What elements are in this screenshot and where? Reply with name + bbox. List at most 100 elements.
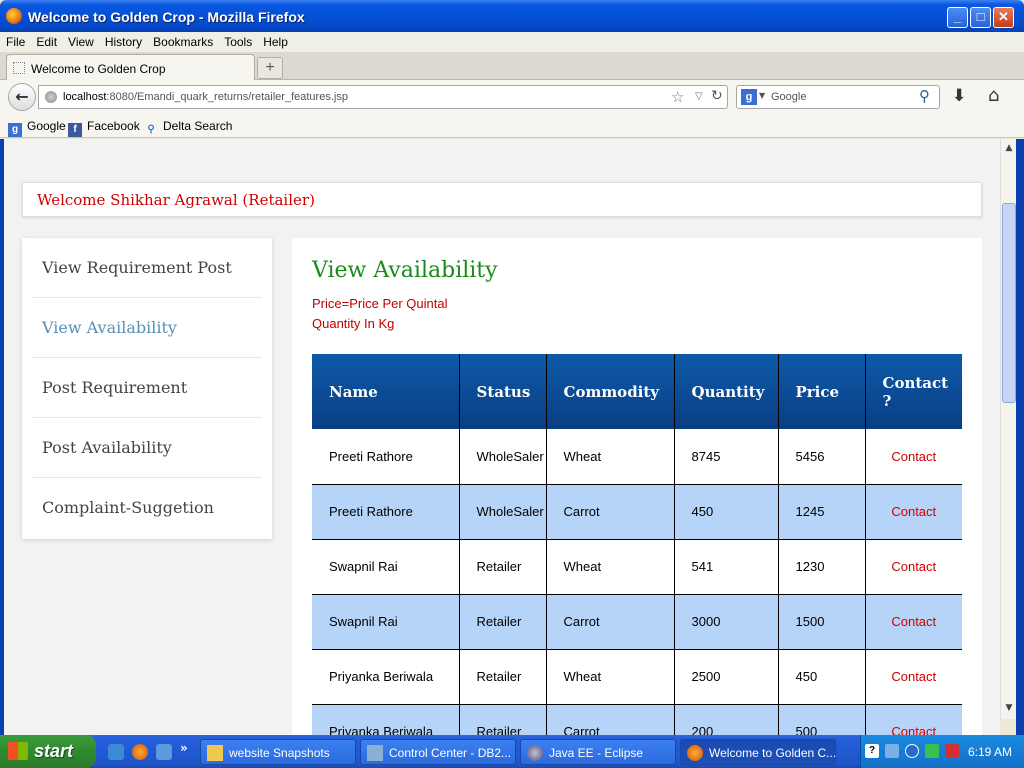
scroll-up-arrow-icon[interactable]: ▲ [1002,141,1016,155]
network-icon[interactable] [885,744,899,758]
tab-title: Welcome to Golden Crop [31,62,166,76]
availability-table: Name Status Commodity Quantity Price Con… [312,354,962,735]
back-arrow-tray-icon[interactable] [905,744,919,758]
menu-file[interactable]: File [0,32,30,49]
sidebar-menu: View Requirement Post View Availability … [22,238,272,539]
search-engine-dropdown-icon[interactable]: ▼ [759,91,765,100]
bookmark-delta-search[interactable]: ⚲ Delta Search [144,119,232,137]
contact-link[interactable]: Contact [891,559,936,574]
start-button[interactable]: start [0,735,96,768]
taskbar-item-firefox[interactable]: Welcome to Golden C... [680,739,836,765]
cell-name: Preeti Rathore [312,429,460,485]
contact-link[interactable]: Contact [891,669,936,684]
cell-name: Swapnil Rai [312,594,460,650]
bookmark-google[interactable]: g Google [8,119,66,137]
menu-bookmarks[interactable]: Bookmarks [147,32,218,49]
maximize-button[interactable]: □ [970,7,991,28]
back-button[interactable]: ← [8,83,36,111]
history-dropdown-icon[interactable]: ▽ [695,91,703,102]
sidebar-item-view-availability[interactable]: View Availability [32,298,262,358]
page-favicon-icon [13,62,25,74]
bookmarks-toolbar: g Google f Facebook ⚲ Delta Search [0,114,1024,138]
cell-contact: Contact [865,704,962,735]
table-header-row: Name Status Commodity Quantity Price Con… [312,354,962,429]
eclipse-icon [527,745,543,761]
cell-status: WholeSaler [459,484,547,540]
cell-contact: Contact [865,594,962,650]
cell-name: Priyanka Beriwala [312,704,460,735]
menu-help[interactable]: Help [257,32,293,49]
navigation-bar: ← localhost:8080/Emandi_quark_returns/re… [0,80,1024,114]
contact-link[interactable]: Contact [891,614,936,629]
cell-quantity: 200 [674,704,779,735]
sidebar-item-view-requirement-post[interactable]: View Requirement Post [32,238,262,298]
column-header-name: Name [312,354,460,429]
home-icon[interactable]: ⌂ [988,85,999,106]
menu-tools[interactable]: Tools [218,32,257,49]
firefox-icon [687,745,703,761]
bookmark-facebook[interactable]: f Facebook [68,119,140,137]
google-search-engine-icon[interactable]: g [741,89,757,105]
facebook-icon: f [68,123,82,137]
menu-history[interactable]: History [99,32,147,49]
cell-name: Priyanka Beriwala [312,649,460,705]
table-row: Priyanka Beriwala Retailer Carrot 200 50… [312,704,962,735]
taskbar-item-eclipse[interactable]: Java EE - Eclipse [520,739,676,765]
cell-status: Retailer [459,704,547,735]
downloads-icon[interactable]: ⬇ [952,86,966,106]
window-title: Welcome to Golden Crop - Mozilla Firefox [28,9,305,25]
tab-strip: Welcome to Golden Crop + [0,52,1024,80]
internet-explorer-icon[interactable] [108,744,124,760]
column-header-status: Status [459,354,547,429]
cell-quantity: 541 [674,539,779,595]
table-row: Swapnil Rai Retailer Wheat 541 1230 Cont… [312,539,962,595]
menu-edit[interactable]: Edit [30,32,62,49]
folder-icon [207,745,223,761]
scroll-down-arrow-icon[interactable]: ▼ [1002,701,1016,715]
firefox-icon [6,8,22,24]
vertical-scrollbar[interactable]: ▲ ▼ [1000,139,1016,719]
contact-link[interactable]: Contact [891,724,936,735]
cell-price: 5456 [778,429,866,485]
sidebar-item-post-requirement[interactable]: Post Requirement [32,358,262,418]
antivirus-icon[interactable] [945,744,959,758]
cell-status: WholeSaler [459,429,547,485]
taskbar-item-website-snapshots[interactable]: website Snapshots [200,739,356,765]
firefox-quicklaunch-icon[interactable] [132,744,148,760]
reload-icon[interactable]: ↻ [711,88,723,104]
new-tab-button[interactable]: + [257,57,283,79]
sidebar-item-complaint-suggestion[interactable]: Complaint-Suggetion [32,478,262,538]
sidebar-item-post-availability[interactable]: Post Availability [32,418,262,478]
cell-price: 500 [778,704,866,735]
search-magnifier-icon[interactable]: ⚲ [919,87,930,105]
windows-logo-icon [8,742,28,760]
window-title-bar[interactable]: Welcome to Golden Crop - Mozilla Firefox… [0,0,1024,32]
welcome-banner: Welcome Shikhar Agrawal (Retailer) [22,182,982,217]
search-bar[interactable]: g ▼ Google ⚲ [736,85,940,109]
browser-tab[interactable]: Welcome to Golden Crop [6,54,255,80]
bookmark-star-icon[interactable]: ☆ [671,88,684,106]
scrollbar-thumb[interactable] [1002,203,1016,403]
safely-remove-icon[interactable] [925,744,939,758]
main-content: View Availability Price=Price Per Quinta… [292,238,982,735]
help-icon[interactable]: ? [865,744,879,758]
welcome-text: Welcome Shikhar Agrawal (Retailer) [37,191,315,209]
clock: 6:19 AM [968,745,1013,759]
cell-status: Retailer [459,649,547,705]
contact-link[interactable]: Contact [891,504,936,519]
close-button[interactable]: ✕ [993,7,1014,28]
cell-commodity: Wheat [546,649,675,705]
desktop-quicklaunch-icon[interactable] [156,744,172,760]
taskbar-item-control-center[interactable]: Control Center - DB2... [360,739,516,765]
globe-icon [45,91,57,103]
url-bar[interactable]: localhost:8080/Emandi_quark_returns/reta… [38,85,728,109]
quicklaunch-more-icon[interactable]: » [180,741,188,755]
delta-search-icon: ⚲ [147,124,155,135]
column-header-contact: Contact ? [865,354,962,429]
minimize-button[interactable]: _ [947,7,968,28]
menu-view[interactable]: View [62,32,99,49]
contact-link[interactable]: Contact [891,449,936,464]
cell-commodity: Carrot [546,704,675,735]
cell-contact: Contact [865,539,962,595]
table-row: Priyanka Beriwala Retailer Wheat 2500 45… [312,649,962,705]
